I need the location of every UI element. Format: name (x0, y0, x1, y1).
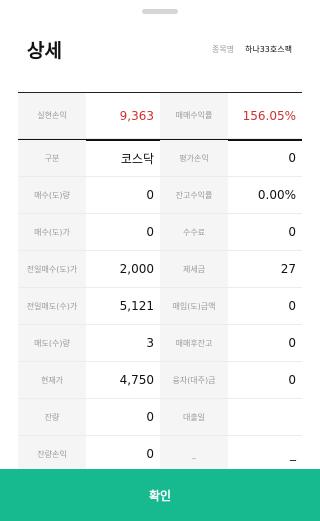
row-label: 현재가 (18, 362, 86, 398)
row-value: 0 (146, 188, 154, 202)
row-value: 3 (146, 336, 154, 350)
row-value: 0 (288, 336, 296, 350)
table-row: 전일매도(수)가 5,121 매입(도)금액 0 (18, 288, 302, 325)
row-value: 0 (146, 447, 154, 461)
row-value: 4,750 (119, 373, 154, 387)
detail-table: 구분 코스닥 평가손익 0 매수(도)량 0 잔고수익률 0.00% 매수(도)… (18, 140, 302, 472)
table-row: 현재가 4,750 융자(대주)금 0 (18, 362, 302, 399)
table-row: 매수(도)가 0 수수료 0 (18, 214, 302, 251)
trade-return-value: 156.05% (228, 93, 302, 139)
row-value: 0.00% (257, 188, 296, 202)
row-value: 27 (280, 262, 296, 276)
table-row: 매수(도)량 0 잔고수익률 0.00% (18, 177, 302, 214)
row-label: 융자(대주)금 (160, 362, 228, 398)
row-label: 구분 (18, 140, 86, 176)
detail-bottom-sheet: 상세 종목명 하나33호스팩 실현손익 9,363 매매수익률 156.05% … (0, 0, 320, 521)
row-value: 0 (288, 225, 296, 239)
page-title: 상세 (27, 40, 62, 62)
row-label: 매수(도)가 (18, 214, 86, 250)
row-label: 제세금 (160, 251, 228, 287)
row-label: 대출일 (160, 399, 228, 435)
row-label: 수수료 (160, 214, 228, 250)
row-value: 0 (146, 225, 154, 239)
drag-handle[interactable] (142, 9, 178, 14)
row-label: 매수(도)량 (18, 177, 86, 213)
table-row: 매도(수)량 3 매매후잔고 0 (18, 325, 302, 362)
stock-name-label: 종목명 (212, 45, 235, 54)
row-label: 평가손익 (160, 140, 228, 176)
row-value: 5,121 (119, 299, 154, 313)
summary-row: 실현손익 9,363 매매수익률 156.05% (18, 92, 302, 141)
confirm-button[interactable]: 확인 (0, 469, 320, 521)
row-value (228, 399, 302, 435)
row-value: _ (290, 447, 296, 461)
row-label: 잔량손익 (18, 436, 86, 472)
row-label: 매매후잔고 (160, 325, 228, 361)
row-value: 0 (288, 151, 296, 165)
table-row: 잔량 0 대출일 (18, 399, 302, 436)
row-label: 잔량 (18, 399, 86, 435)
table-row: 전일매수(도)가 2,000 제세금 27 (18, 251, 302, 288)
row-value: 2,000 (119, 262, 154, 276)
row-label: 전일매도(수)가 (18, 288, 86, 324)
row-value: 0 (288, 299, 296, 313)
row-value: 0 (146, 410, 154, 424)
realized-pl-label: 실현손익 (18, 93, 86, 139)
stock-name-value: 하나33호스팩 (245, 45, 292, 54)
row-label: 전일매수(도)가 (18, 251, 86, 287)
row-label: 잔고수익률 (160, 177, 228, 213)
row-label: 매입(도)금액 (160, 288, 228, 324)
row-label: _ (160, 436, 228, 472)
trade-return-label: 매매수익률 (160, 93, 228, 139)
table-row: 잔량손익 0 _ _ (18, 436, 302, 472)
row-label: 매도(수)량 (18, 325, 86, 361)
row-value: 코스닥 (120, 151, 154, 166)
row-value: 0 (288, 373, 296, 387)
table-row: 구분 코스닥 평가손익 0 (18, 140, 302, 177)
realized-pl-value: 9,363 (86, 93, 160, 139)
